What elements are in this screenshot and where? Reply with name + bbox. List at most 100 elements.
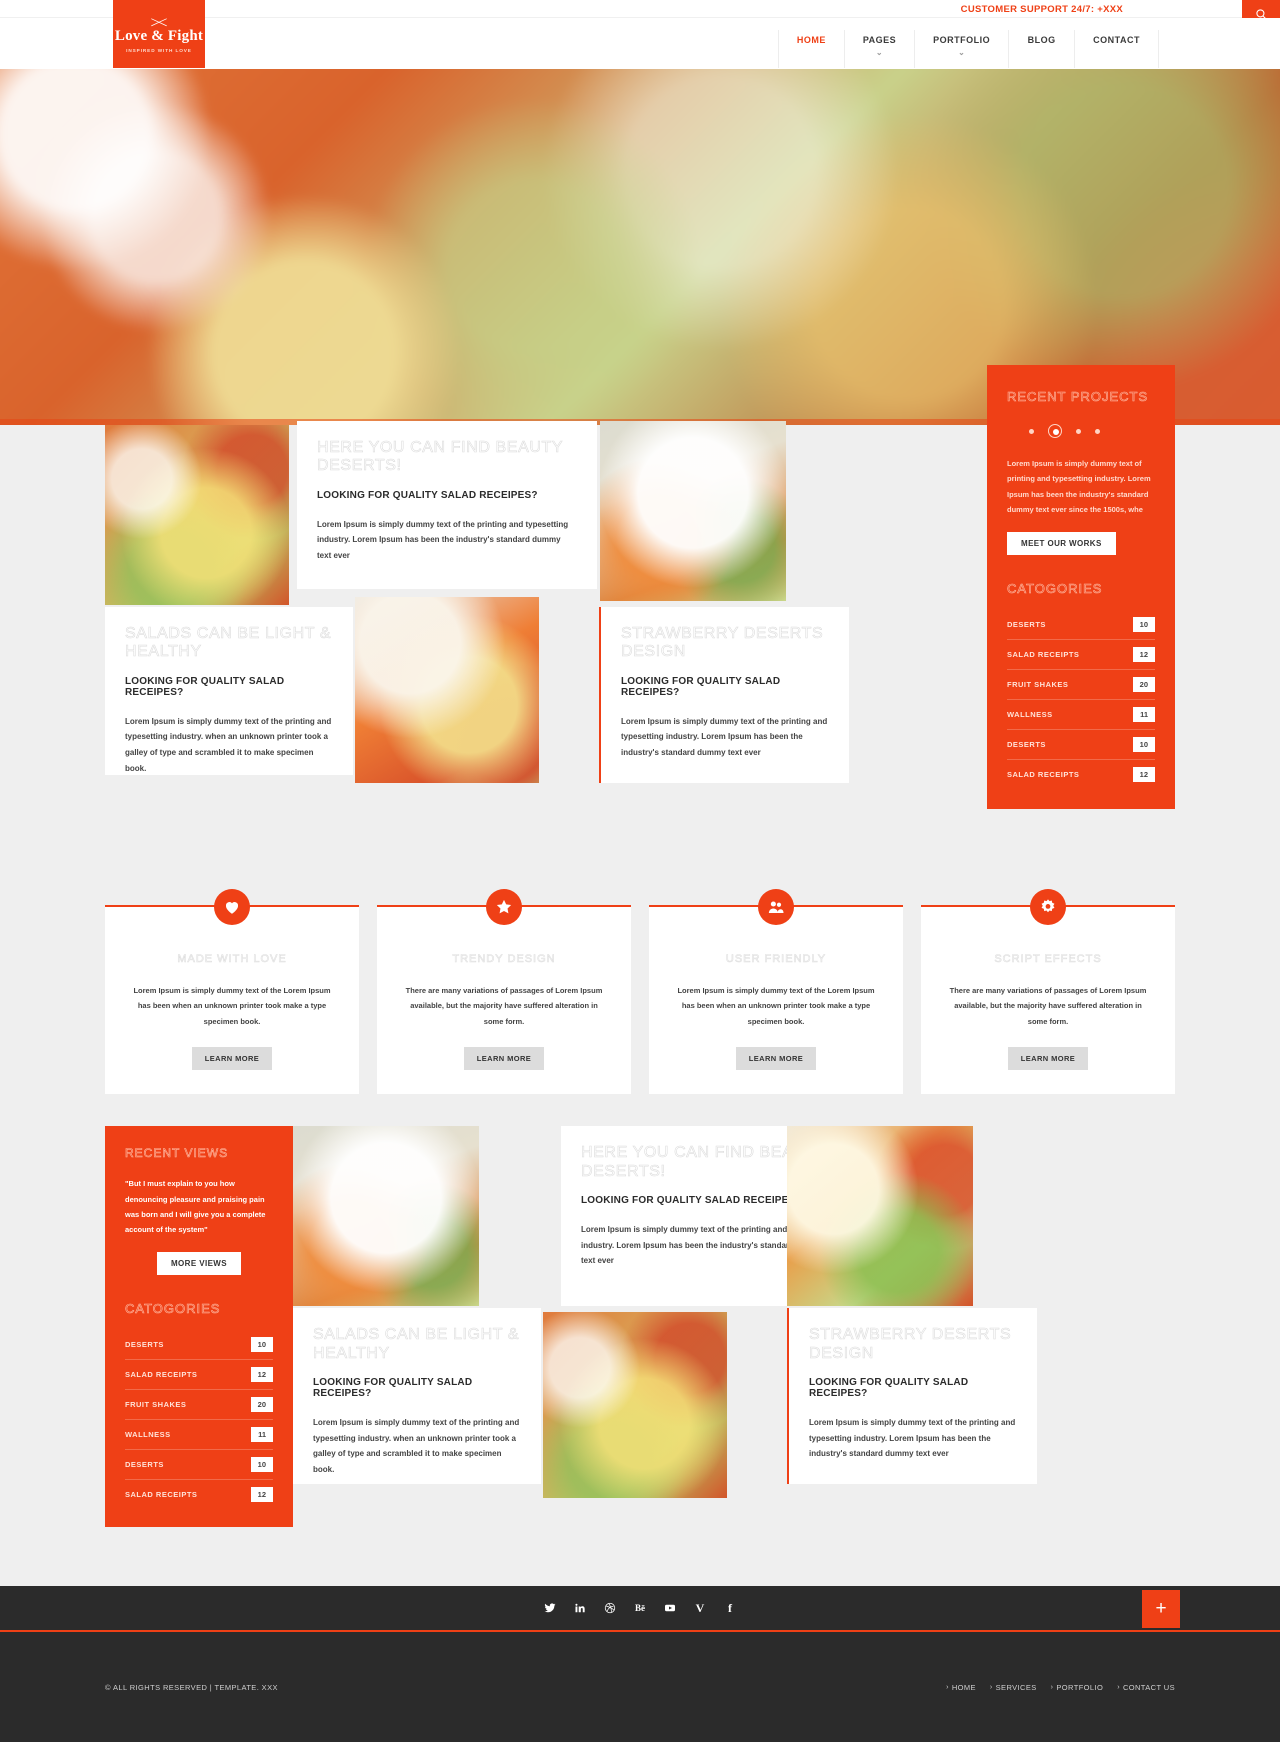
nav-item-pages[interactable]: PAGES ⌄ — [843, 30, 914, 68]
behance-icon[interactable]: Bē — [633, 1601, 647, 1615]
content-card-5: SALADS CAN BE LIGHT & HEALTHY LOOKING FO… — [293, 1308, 541, 1485]
learn-more-button[interactable]: LEARN MORE — [463, 1047, 545, 1071]
star-icon-badge[interactable] — [486, 889, 522, 925]
categories-heading: CATOGORIES — [1007, 580, 1103, 596]
category-row[interactable]: WALLNESS 11 — [1007, 700, 1155, 730]
category-row[interactable]: WALLNESS 11 — [125, 1420, 273, 1450]
category-label: SALAD RECEIPTS — [1007, 649, 1080, 659]
chevron-right-icon: › — [946, 1683, 949, 1691]
category-label: FRUIT SHAKES — [1007, 679, 1069, 689]
footer-bottom: © ALL RIGHTS RESERVED | TEMPLATE. XXX › … — [0, 1632, 1280, 1742]
card-title: SALADS CAN BE LIGHT & HEALTHY — [313, 1326, 520, 1362]
categories-list: DESERTS 10 SALAD RECEIPTS 12 FRUIT SHAKE… — [1007, 610, 1155, 789]
category-row[interactable]: FRUIT SHAKES 20 — [1007, 670, 1155, 700]
youtube-icon[interactable] — [663, 1601, 677, 1615]
category-count: 12 — [1132, 766, 1155, 782]
gear-icon-badge[interactable] — [1030, 889, 1066, 925]
divider-vertical — [599, 607, 601, 783]
feature-card-trendy-design: TRENDY DESIGN There are many variations … — [377, 889, 631, 1095]
category-row[interactable]: SALAD RECEIPTS 12 — [125, 1480, 273, 1509]
category-label: WALLNESS — [125, 1429, 171, 1439]
scroll-to-top-button[interactable]: + — [1142, 1590, 1180, 1629]
category-row[interactable]: SALAD RECEIPTS 12 — [1007, 640, 1155, 670]
content-section-one: RECENT PROJECTS Lorem Ipsum is simply du… — [0, 365, 1280, 845]
meet-our-works-button[interactable]: MEET OUR WORKS — [1007, 531, 1116, 555]
main-nav: HOME PAGES ⌄ PORTFOLIO ⌄ BLOG CONTACT — [777, 30, 1159, 68]
vimeo-icon[interactable]: V — [693, 1601, 707, 1615]
content-card-1: HERE YOU CAN FIND BEAUTY DESERTS! LOOKIN… — [297, 421, 597, 589]
category-row[interactable]: DESERTS 10 — [1007, 730, 1155, 760]
nav-item-portfolio[interactable]: PORTFOLIO ⌄ — [914, 30, 1008, 68]
category-label: DESERTS — [1007, 619, 1046, 629]
card-title: STRAWBERRY DESERTS DESIGN — [809, 1326, 1012, 1362]
site-logo[interactable]: Love & Fight INSPIRED WITH LOVE — [113, 0, 205, 68]
learn-more-button[interactable]: LEARN MORE — [735, 1047, 817, 1071]
recent-projects-heading: RECENT PROJECTS — [1007, 389, 1149, 405]
features-row: MADE WITH LOVE Lorem Ipsum is simply dum… — [105, 887, 1175, 1095]
category-count: 12 — [1132, 646, 1155, 662]
card-text: Lorem Ipsum is simply dummy text of the … — [809, 1417, 1016, 1459]
carousel-dot[interactable] — [1076, 428, 1081, 434]
category-count: 11 — [251, 1426, 273, 1442]
chevron-right-icon: › — [989, 1683, 993, 1691]
food-thumb-5[interactable] — [787, 1126, 973, 1307]
feature-text: Lorem Ipsum is simply dummy text of the … — [677, 986, 875, 1026]
logo-tagline: INSPIRED WITH LOVE — [126, 47, 192, 53]
category-row[interactable]: DESERTS 10 — [1007, 610, 1155, 640]
footer-link-label: PORTFOLIO — [1056, 1682, 1104, 1692]
food-thumb-1[interactable] — [105, 425, 289, 605]
feature-title: MADE WITH LOVE — [177, 953, 287, 966]
category-label: SALAD RECEIPTS — [125, 1369, 198, 1379]
recent-views-panel: RECENT VIEWS "But I must explain to you … — [105, 1126, 293, 1527]
footer-nav: › HOME › SERVICES › PORTFOLIO › CONTACT … — [946, 1683, 1175, 1692]
carousel-dot[interactable] — [1029, 428, 1034, 434]
nav-item-blog[interactable]: BLOG — [1008, 30, 1074, 68]
carousel-dot-active[interactable] — [1048, 424, 1062, 438]
food-thumb-6[interactable] — [543, 1312, 727, 1499]
footer-link-home[interactable]: › HOME — [946, 1683, 976, 1692]
footer-link-label: HOME — [951, 1682, 976, 1692]
learn-more-button[interactable]: LEARN MORE — [1007, 1047, 1089, 1071]
card-title: SALADS CAN BE LIGHT & HEALTHY — [125, 625, 332, 661]
facebook-icon[interactable]: f — [723, 1601, 737, 1615]
twitter-icon[interactable] — [543, 1601, 557, 1615]
footer-link-services[interactable]: › SERVICES — [990, 1683, 1037, 1692]
chevron-right-icon: › — [1117, 1683, 1120, 1691]
content-card-6: STRAWBERRY DESERTS DESIGN LOOKING FOR QU… — [789, 1308, 1037, 1485]
category-row[interactable]: DESERTS 10 — [125, 1330, 273, 1360]
nav-item-contact[interactable]: CONTACT — [1074, 30, 1159, 68]
heart-icon-badge[interactable] — [214, 889, 250, 925]
feature-title: TRENDY DESIGN — [452, 953, 556, 966]
more-views-button[interactable]: MORE VIEWS — [156, 1251, 241, 1275]
category-row[interactable]: DESERTS 10 — [125, 1450, 273, 1480]
category-row[interactable]: SALAD RECEIPTS 12 — [1007, 760, 1155, 789]
nav-item-home[interactable]: HOME — [777, 30, 844, 68]
card-text: Lorem Ipsum is simply dummy text of the … — [317, 519, 569, 560]
linkedin-icon[interactable] — [573, 1601, 587, 1615]
category-count: 10 — [1132, 736, 1155, 752]
category-row[interactable]: FRUIT SHAKES 20 — [125, 1390, 273, 1420]
nav-label: PAGES — [862, 35, 897, 45]
recent-views-heading: RECENT VIEWS — [125, 1146, 229, 1161]
categories-list: DESERTS 10 SALAD RECEIPTS 12 FRUIT SHAKE… — [125, 1330, 273, 1509]
page-root: CUSTOMER SUPPORT 24/7: +XXX Love & Fight… — [0, 0, 1280, 1742]
features-section: MADE WITH LOVE Lorem Ipsum is simply dum… — [0, 845, 1280, 1127]
users-icon-badge[interactable] — [758, 889, 794, 925]
divider-vertical — [787, 1308, 789, 1485]
category-row[interactable]: SALAD RECEIPTS 12 — [125, 1360, 273, 1390]
dribbble-icon[interactable] — [603, 1601, 617, 1615]
category-count: 20 — [1132, 676, 1155, 692]
copyright-text: © ALL RIGHTS RESERVED | TEMPLATE. XXX — [105, 1682, 278, 1692]
card-subtitle: LOOKING FOR QUALITY SALAD RECEIPES? — [125, 675, 285, 698]
chevron-right-icon: › — [1050, 1683, 1054, 1691]
category-count: 10 — [1132, 616, 1155, 632]
food-thumb-4[interactable] — [293, 1126, 479, 1307]
footer-link-portfolio[interactable]: › PORTFOLIO — [1051, 1683, 1104, 1692]
learn-more-button[interactable]: LEARN MORE — [191, 1047, 273, 1071]
food-thumb-3[interactable] — [355, 597, 539, 783]
footer-link-contact-us[interactable]: › CONTACT US — [1117, 1683, 1175, 1692]
category-label: DESERTS — [125, 1459, 164, 1469]
card-subtitle: LOOKING FOR QUALITY SALAD RECEIPES? — [809, 1376, 969, 1399]
carousel-dot[interactable] — [1095, 428, 1100, 434]
food-thumb-2[interactable] — [600, 421, 786, 601]
